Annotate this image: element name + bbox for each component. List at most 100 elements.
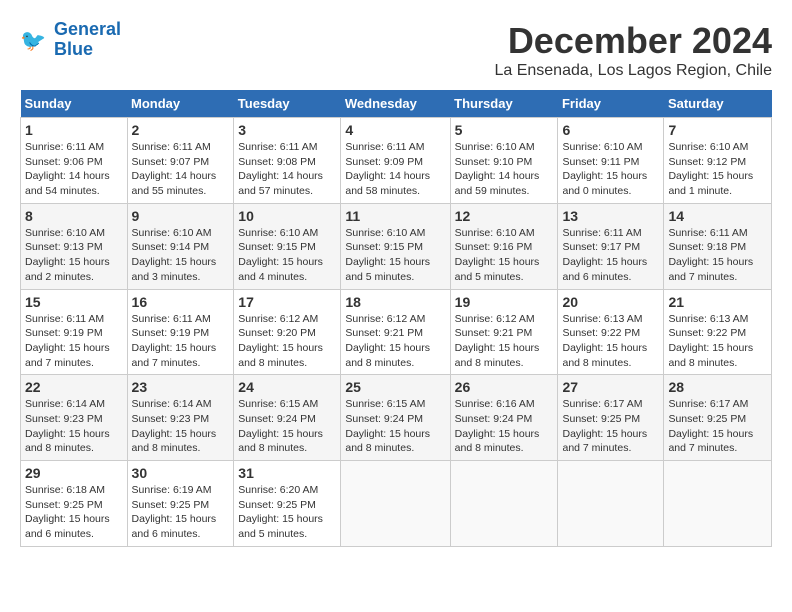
- day-info: Sunrise: 6:18 AM Sunset: 9:25 PM Dayligh…: [25, 483, 123, 542]
- day-number: 5: [455, 122, 554, 138]
- day-number: 17: [238, 294, 336, 310]
- calendar-cell: 3 Sunrise: 6:11 AM Sunset: 9:08 PM Daylig…: [234, 118, 341, 204]
- day-number: 1: [25, 122, 123, 138]
- logo: 🐦 General Blue: [20, 20, 121, 60]
- calendar-header-sunday: Sunday: [21, 90, 128, 118]
- calendar-cell: 28Sunrise: 6:17 AM Sunset: 9:25 PM Dayli…: [664, 375, 772, 461]
- calendar-header-saturday: Saturday: [664, 90, 772, 118]
- day-info: Sunrise: 6:11 AM Sunset: 9:19 PM Dayligh…: [132, 312, 230, 371]
- day-info: Sunrise: 6:11 AM Sunset: 9:09 PM Dayligh…: [345, 140, 445, 199]
- logo-icon: 🐦: [20, 25, 50, 55]
- day-info: Sunrise: 6:20 AM Sunset: 9:25 PM Dayligh…: [238, 483, 336, 542]
- calendar-cell: 1Sunrise: 6:11 AM Sunset: 9:06 PM Daylig…: [21, 118, 128, 204]
- calendar-cell: 25 Sunrise: 6:15 AM Sunset: 9:24 PM Dayli…: [341, 375, 450, 461]
- calendar-header-row: SundayMondayTuesdayWednesdayThursdayFrid…: [21, 90, 772, 118]
- day-info: Sunrise: 6:11 AM Sunset: 9:17 PM Dayligh…: [562, 226, 659, 285]
- day-number: 8: [25, 208, 123, 224]
- day-number: 12: [455, 208, 554, 224]
- day-info: Sunrise: 6:12 AM Sunset: 9:20 PM Dayligh…: [238, 312, 336, 371]
- calendar-cell: 21 Sunrise: 6:13 AM Sunset: 9:22 PM Dayli…: [664, 289, 772, 375]
- calendar-cell: 11 Sunrise: 6:10 AM Sunset: 9:15 PM Dayli…: [341, 203, 450, 289]
- day-number: 26: [455, 379, 554, 395]
- title-section: December 2024 La Ensenada, Los Lagos Reg…: [494, 20, 772, 80]
- day-number: 9: [132, 208, 230, 224]
- location-title: La Ensenada, Los Lagos Region, Chile: [494, 62, 772, 80]
- day-number: 7: [668, 122, 767, 138]
- day-info: Sunrise: 6:13 AM Sunset: 9:22 PM Dayligh…: [668, 312, 767, 371]
- calendar-week-2: 8 Sunrise: 6:10 AM Sunset: 9:13 PM Daylig…: [21, 203, 772, 289]
- day-number: 29: [25, 465, 123, 481]
- day-info: Sunrise: 6:10 AM Sunset: 9:11 PM Dayligh…: [562, 140, 659, 199]
- calendar-header-wednesday: Wednesday: [341, 90, 450, 118]
- day-info: Sunrise: 6:10 AM Sunset: 9:15 PM Dayligh…: [238, 226, 336, 285]
- calendar-cell: 4Sunrise: 6:11 AM Sunset: 9:09 PM Daylig…: [341, 118, 450, 204]
- calendar-cell: 20Sunrise: 6:13 AM Sunset: 9:22 PM Dayli…: [558, 289, 664, 375]
- calendar-header-monday: Monday: [127, 90, 234, 118]
- calendar-cell: 22 Sunrise: 6:14 AM Sunset: 9:23 PM Dayli…: [21, 375, 128, 461]
- day-number: 14: [668, 208, 767, 224]
- day-number: 2: [132, 122, 230, 138]
- day-number: 13: [562, 208, 659, 224]
- calendar-cell: 13 Sunrise: 6:11 AM Sunset: 9:17 PM Dayli…: [558, 203, 664, 289]
- calendar-header-tuesday: Tuesday: [234, 90, 341, 118]
- calendar-cell: 10 Sunrise: 6:10 AM Sunset: 9:15 PM Dayli…: [234, 203, 341, 289]
- logo-text: General Blue: [54, 20, 121, 60]
- calendar-cell: 14 Sunrise: 6:11 AM Sunset: 9:18 PM Dayli…: [664, 203, 772, 289]
- day-number: 27: [562, 379, 659, 395]
- calendar-cell: [664, 461, 772, 547]
- day-info: Sunrise: 6:12 AM Sunset: 9:21 PM Dayligh…: [345, 312, 445, 371]
- day-number: 23: [132, 379, 230, 395]
- calendar-week-1: 1Sunrise: 6:11 AM Sunset: 9:06 PM Daylig…: [21, 118, 772, 204]
- calendar-header-friday: Friday: [558, 90, 664, 118]
- day-info: Sunrise: 6:10 AM Sunset: 9:10 PM Dayligh…: [455, 140, 554, 199]
- day-info: Sunrise: 6:13 AM Sunset: 9:22 PM Dayligh…: [562, 312, 659, 371]
- day-number: 16: [132, 294, 230, 310]
- month-title: December 2024: [494, 20, 772, 62]
- day-info: Sunrise: 6:11 AM Sunset: 9:18 PM Dayligh…: [668, 226, 767, 285]
- day-number: 21: [668, 294, 767, 310]
- day-info: Sunrise: 6:12 AM Sunset: 9:21 PM Dayligh…: [455, 312, 554, 371]
- calendar-cell: 9 Sunrise: 6:10 AM Sunset: 9:14 PM Daylig…: [127, 203, 234, 289]
- calendar-cell: 19 Sunrise: 6:12 AM Sunset: 9:21 PM Dayli…: [450, 289, 558, 375]
- day-number: 11: [345, 208, 445, 224]
- day-number: 10: [238, 208, 336, 224]
- calendar-cell: 16 Sunrise: 6:11 AM Sunset: 9:19 PM Dayli…: [127, 289, 234, 375]
- day-number: 15: [25, 294, 123, 310]
- day-info: Sunrise: 6:15 AM Sunset: 9:24 PM Dayligh…: [345, 397, 445, 456]
- day-info: Sunrise: 6:10 AM Sunset: 9:16 PM Dayligh…: [455, 226, 554, 285]
- day-info: Sunrise: 6:10 AM Sunset: 9:12 PM Dayligh…: [668, 140, 767, 199]
- calendar-cell: 7 Sunrise: 6:10 AM Sunset: 9:12 PM Daylig…: [664, 118, 772, 204]
- calendar-cell: 12 Sunrise: 6:10 AM Sunset: 9:16 PM Dayli…: [450, 203, 558, 289]
- day-number: 22: [25, 379, 123, 395]
- day-info: Sunrise: 6:11 AM Sunset: 9:19 PM Dayligh…: [25, 312, 123, 371]
- calendar-cell: 23 Sunrise: 6:14 AM Sunset: 9:23 PM Dayli…: [127, 375, 234, 461]
- calendar-cell: 30Sunrise: 6:19 AM Sunset: 9:25 PM Dayli…: [127, 461, 234, 547]
- calendar-header-thursday: Thursday: [450, 90, 558, 118]
- day-number: 3: [238, 122, 336, 138]
- calendar-cell: 26Sunrise: 6:16 AM Sunset: 9:24 PM Dayli…: [450, 375, 558, 461]
- day-info: Sunrise: 6:19 AM Sunset: 9:25 PM Dayligh…: [132, 483, 230, 542]
- calendar-cell: 5 Sunrise: 6:10 AM Sunset: 9:10 PM Daylig…: [450, 118, 558, 204]
- day-number: 31: [238, 465, 336, 481]
- day-info: Sunrise: 6:14 AM Sunset: 9:23 PM Dayligh…: [25, 397, 123, 456]
- calendar-cell: 27Sunrise: 6:17 AM Sunset: 9:25 PM Dayli…: [558, 375, 664, 461]
- page-header: 🐦 General Blue December 2024 La Ensenada…: [20, 20, 772, 80]
- calendar-week-4: 22 Sunrise: 6:14 AM Sunset: 9:23 PM Dayli…: [21, 375, 772, 461]
- calendar-week-5: 29 Sunrise: 6:18 AM Sunset: 9:25 PM Dayli…: [21, 461, 772, 547]
- day-number: 19: [455, 294, 554, 310]
- calendar-cell: 2Sunrise: 6:11 AM Sunset: 9:07 PM Daylig…: [127, 118, 234, 204]
- day-info: Sunrise: 6:10 AM Sunset: 9:15 PM Dayligh…: [345, 226, 445, 285]
- day-number: 6: [562, 122, 659, 138]
- day-info: Sunrise: 6:14 AM Sunset: 9:23 PM Dayligh…: [132, 397, 230, 456]
- day-info: Sunrise: 6:11 AM Sunset: 9:08 PM Dayligh…: [238, 140, 336, 199]
- day-info: Sunrise: 6:15 AM Sunset: 9:24 PM Dayligh…: [238, 397, 336, 456]
- calendar-cell: [558, 461, 664, 547]
- day-info: Sunrise: 6:10 AM Sunset: 9:13 PM Dayligh…: [25, 226, 123, 285]
- calendar-cell: 29 Sunrise: 6:18 AM Sunset: 9:25 PM Dayli…: [21, 461, 128, 547]
- day-info: Sunrise: 6:10 AM Sunset: 9:14 PM Dayligh…: [132, 226, 230, 285]
- calendar-week-3: 15 Sunrise: 6:11 AM Sunset: 9:19 PM Dayli…: [21, 289, 772, 375]
- svg-text:🐦: 🐦: [20, 29, 46, 52]
- calendar-cell: 31 Sunrise: 6:20 AM Sunset: 9:25 PM Dayli…: [234, 461, 341, 547]
- day-number: 18: [345, 294, 445, 310]
- day-number: 25: [345, 379, 445, 395]
